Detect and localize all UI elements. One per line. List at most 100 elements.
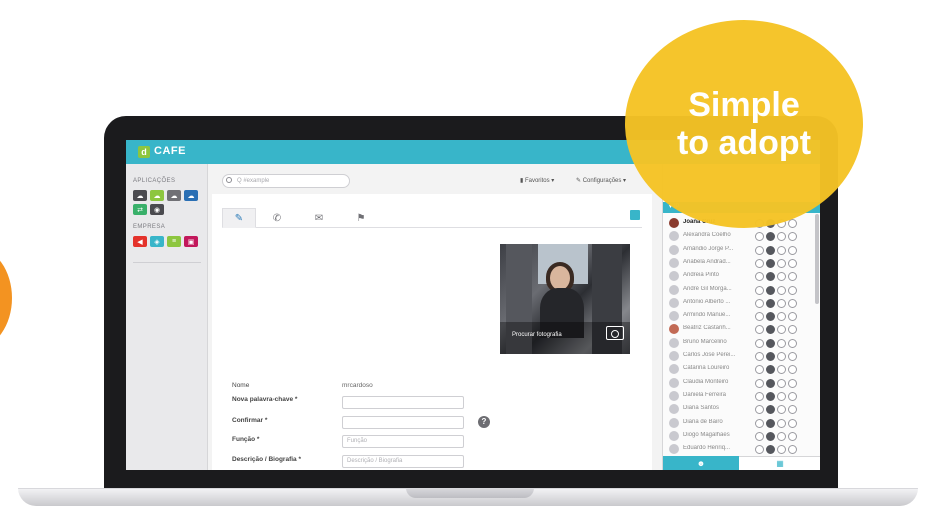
network-icon[interactable]: ◈	[150, 236, 164, 247]
phone-icon[interactable]	[777, 352, 786, 361]
phone-icon[interactable]	[777, 365, 786, 375]
tab-profile[interactable]: ✎	[222, 208, 256, 228]
browse-photo-label[interactable]: Procurar fotografia	[512, 332, 562, 338]
mail-icon[interactable]	[766, 232, 775, 242]
chat-icon[interactable]	[755, 338, 764, 348]
confirm-input[interactable]	[342, 416, 464, 429]
contact-row[interactable]: Armindo Manue...	[663, 309, 813, 323]
mail-icon[interactable]	[766, 285, 775, 295]
video-icon[interactable]	[788, 258, 797, 268]
chat-icon[interactable]	[755, 258, 764, 268]
video-icon[interactable]	[788, 245, 797, 255]
chat-icon[interactable]	[755, 232, 764, 242]
video-icon[interactable]	[788, 418, 797, 428]
camera-icon[interactable]	[606, 326, 624, 340]
chat-icon[interactable]	[755, 272, 764, 282]
chat-icon[interactable]	[755, 285, 764, 295]
mail-icon[interactable]	[766, 338, 775, 348]
eye-icon[interactable]: ◉	[150, 204, 164, 215]
contact-row[interactable]: Diana de Bairo	[663, 416, 813, 430]
mail-icon[interactable]	[766, 325, 775, 335]
contact-row[interactable]: André Gil Morga...	[663, 283, 813, 297]
tab-announcements[interactable]: ⚑	[344, 208, 378, 228]
video-icon[interactable]	[788, 365, 797, 375]
chat-icon[interactable]	[755, 298, 764, 308]
tab-phone[interactable]: ✆	[260, 208, 294, 228]
chat-icon[interactable]	[755, 378, 764, 388]
phone-icon[interactable]	[777, 338, 786, 348]
video-icon[interactable]	[788, 431, 797, 441]
chat-icon[interactable]	[755, 312, 764, 322]
video-icon[interactable]	[788, 285, 797, 295]
video-icon[interactable]	[788, 352, 797, 361]
video-icon[interactable]	[788, 338, 797, 348]
phone-icon[interactable]	[777, 325, 786, 335]
contacts-scrollbar[interactable]	[815, 214, 819, 304]
contact-row[interactable]: Diana Santos	[663, 402, 813, 416]
contact-row[interactable]: Amândio Jorge P...	[663, 243, 813, 257]
mail-icon[interactable]	[766, 418, 775, 428]
app-logo-text[interactable]: CAFE	[154, 145, 186, 157]
contact-row[interactable]: Andreia Pinto	[663, 269, 813, 283]
chat-icon[interactable]	[755, 445, 764, 455]
chat-icon[interactable]	[755, 245, 764, 255]
phone-icon[interactable]	[777, 258, 786, 268]
camera-icon[interactable]: ▣	[184, 236, 198, 247]
mail-icon[interactable]	[766, 405, 775, 415]
mail-icon[interactable]	[766, 445, 775, 455]
video-icon[interactable]	[788, 325, 797, 335]
save-icon[interactable]	[630, 210, 640, 220]
contact-row[interactable]: Alexandra Coelho	[663, 229, 813, 243]
mail-icon[interactable]	[766, 258, 775, 268]
contact-row[interactable]: Anabela Andrad...	[663, 256, 813, 270]
video-icon[interactable]	[788, 445, 797, 455]
chat-icon[interactable]	[755, 391, 764, 401]
chat-icon[interactable]	[755, 325, 764, 335]
phone-icon[interactable]	[777, 245, 786, 255]
contact-row[interactable]: Bruno Marcelino	[663, 336, 813, 350]
search-input[interactable]: Q #example	[222, 174, 350, 188]
mail-icon[interactable]	[766, 245, 775, 255]
phone-icon[interactable]	[777, 232, 786, 242]
tab-mail[interactable]: ✉	[302, 208, 336, 228]
profile-photo[interactable]: Procurar fotografia	[500, 244, 630, 354]
mail-icon[interactable]	[766, 378, 775, 388]
mail-icon[interactable]	[766, 298, 775, 308]
megaphone-icon[interactable]: ◀	[133, 236, 147, 247]
sync-icon[interactable]: ⇄	[133, 204, 147, 215]
bio-input[interactable]: Descrição / Biografia	[342, 455, 464, 468]
mail-icon[interactable]	[766, 365, 775, 375]
logo-icon[interactable]: d	[138, 146, 150, 158]
users-icon[interactable]: ☻	[663, 456, 739, 470]
help-icon[interactable]: ?	[478, 416, 490, 428]
video-icon[interactable]	[788, 219, 797, 228]
cloud-icon[interactable]: ☁	[133, 190, 147, 201]
contact-row[interactable]: Daniela Ferreira	[663, 389, 813, 403]
phone-icon[interactable]	[777, 405, 786, 415]
video-icon[interactable]	[788, 378, 797, 388]
chat-icon[interactable]	[755, 405, 764, 415]
mail-icon[interactable]	[766, 352, 775, 361]
phone-icon[interactable]	[777, 391, 786, 401]
mail-icon[interactable]	[766, 391, 775, 401]
chat-icon[interactable]	[755, 418, 764, 428]
phone-icon[interactable]	[777, 272, 786, 282]
settings-menu[interactable]: ✎ Configurações ▾	[576, 177, 626, 184]
phone-icon[interactable]	[777, 298, 786, 308]
contact-row[interactable]: Cláudia Monteiro	[663, 376, 813, 390]
video-icon[interactable]	[788, 405, 797, 415]
video-icon[interactable]	[788, 391, 797, 401]
video-icon[interactable]	[788, 232, 797, 242]
mail-icon[interactable]	[766, 312, 775, 322]
contact-row[interactable]: Catarina Loureiro	[663, 362, 813, 376]
video-icon[interactable]	[788, 272, 797, 282]
phone-icon[interactable]	[777, 445, 786, 455]
contact-row[interactable]: Eduardo Henriq...	[663, 442, 813, 456]
contact-row[interactable]: Beatriz Castanh...	[663, 322, 813, 336]
chat-icon[interactable]	[755, 352, 764, 361]
video-icon[interactable]	[788, 312, 797, 322]
phone-icon[interactable]	[777, 431, 786, 441]
phone-icon[interactable]	[777, 378, 786, 388]
contact-row[interactable]: Diogo Magalhães	[663, 429, 813, 443]
password-input[interactable]	[342, 396, 464, 409]
